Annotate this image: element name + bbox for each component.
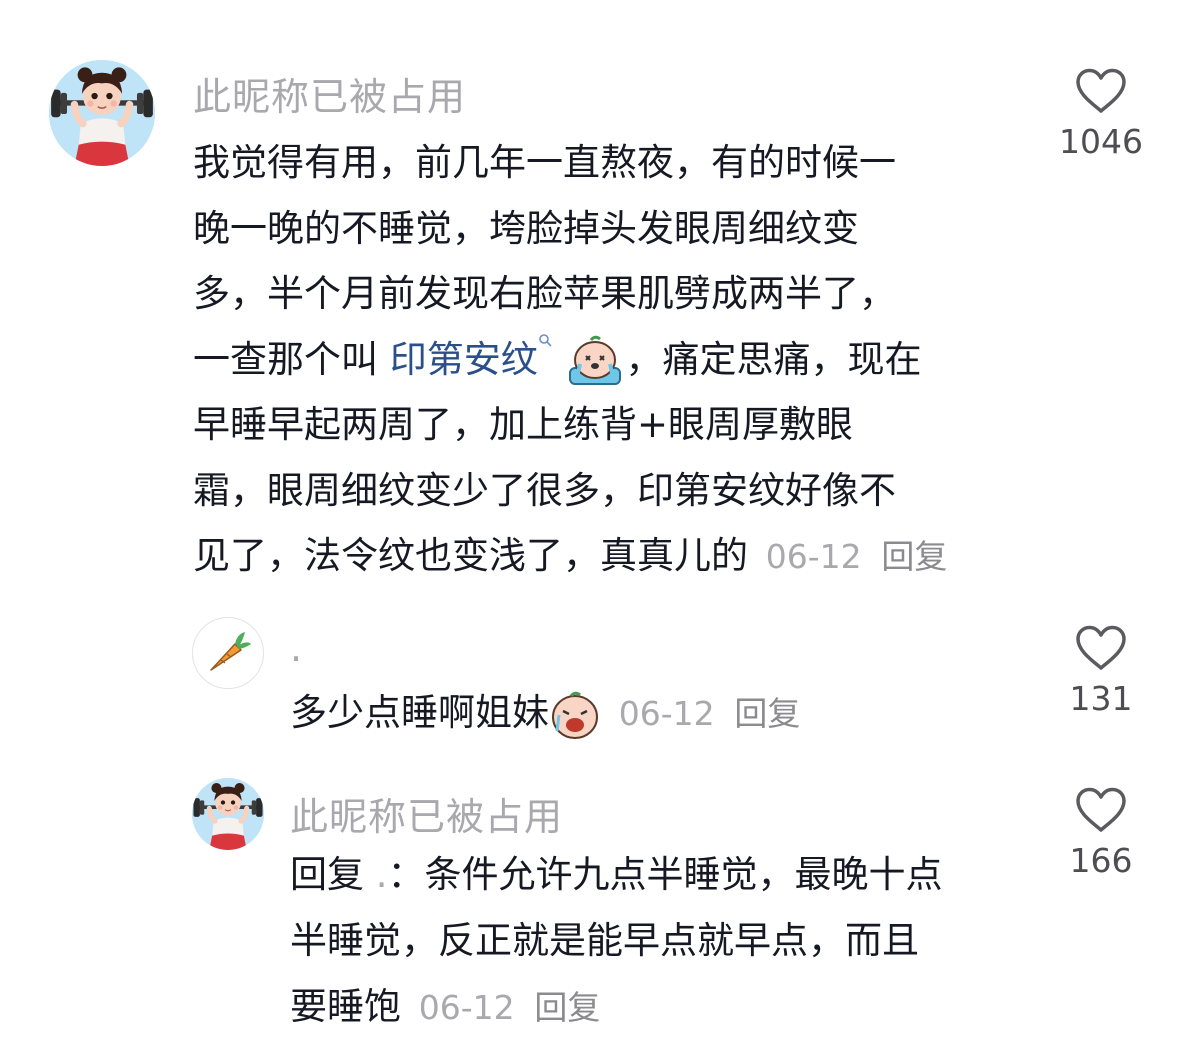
comment-text-line: 晚一晚的不睡觉，垮脸掉头发眼周细纹变 — [193, 206, 859, 250]
like-button[interactable]: 1046 — [1041, 68, 1161, 161]
comment-text-line: 见了，法令纹也变浅了，真真儿的 06-12 回复 — [193, 523, 947, 590]
like-button[interactable]: 131 — [1041, 625, 1161, 718]
comment-text: 多少点睡啊姐妹 06-12 回复 — [290, 680, 800, 746]
comment-text-line: 多，半个月前发现右脸苹果肌劈成两半了， — [193, 272, 896, 315]
carrot-avatar-icon — [210, 632, 251, 671]
heart-icon — [1076, 625, 1126, 670]
reply-button[interactable]: 回复 — [534, 988, 600, 1027]
like-count: 131 — [1069, 679, 1133, 718]
comment-text-line: 早睡早起两周了，加上练背+眼周厚敷眼 — [193, 403, 854, 446]
comment-text-line: 要睡饱 06-12 回复 — [290, 974, 943, 1041]
user-avatar[interactable] — [192, 617, 264, 689]
comment-text: 回复 .：条件允许九点半睡觉，最晚十点 半睡觉，反正就是能早点就早点，而且 要睡… — [290, 842, 943, 1041]
user-avatar[interactable] — [192, 778, 264, 850]
comment-text-line: 半睡觉，反正就是能早点就早点，而且 — [290, 919, 919, 962]
comment-text-line: 我觉得有用，前几年一直熬夜，有的时候一 — [193, 141, 896, 184]
comment-text: 我觉得有用，前几年一直熬夜，有的时候一 晚一晚的不睡觉，垮脸掉头发眼周细纹变 多… — [193, 130, 947, 590]
user-avatar[interactable] — [49, 60, 155, 166]
comment-text-segment: 一查那个叫 — [193, 337, 390, 381]
comment-date: 06-12 — [418, 988, 515, 1027]
comment-text-line: 回复 .：条件允许九点半睡觉，最晚十点 — [290, 842, 943, 908]
sobbing-emoji-icon — [552, 691, 598, 739]
search-keyword-link[interactable]: 印第安纹 — [390, 338, 538, 381]
comment-text-segment: 多少点睡啊姐妹 — [290, 691, 549, 734]
comment-text-segment: ：条件允许九点半睡觉，最晚十点 — [387, 853, 943, 896]
heart-icon — [1076, 68, 1126, 113]
reply-prefix: 回复 — [290, 853, 364, 896]
reply-button[interactable]: 回复 — [734, 694, 800, 733]
weightlifter-girl-avatar-icon — [49, 60, 155, 166]
weightlifter-girl-avatar-icon — [192, 778, 264, 850]
reply-target-username[interactable]: . — [364, 853, 388, 896]
comment-text-segment: 见了，法令纹也变浅了，真真儿的 — [193, 534, 748, 577]
heart-icon — [1076, 787, 1126, 832]
reply-button[interactable]: 回复 — [881, 537, 947, 576]
comment-date: 06-12 — [765, 537, 862, 576]
crying-emoji-icon — [568, 335, 621, 385]
comment-text-segment: 要睡饱 — [290, 985, 401, 1028]
comment-text-line: 一查那个叫 印第安纹 ，痛定思痛，现在 — [193, 327, 947, 393]
comment-text-line: 多少点睡啊姐妹 06-12 回复 — [290, 680, 800, 746]
comment-username[interactable]: . — [290, 626, 303, 670]
like-count: 166 — [1069, 841, 1133, 880]
comment-date: 06-12 — [618, 694, 715, 733]
comment-text-segment: ，痛定思痛，现在 — [625, 337, 922, 381]
comment-username[interactable]: 此昵称已被占用 — [290, 786, 563, 841]
search-icon — [538, 333, 552, 346]
like-button[interactable]: 166 — [1041, 787, 1161, 880]
comment-username[interactable]: 此昵称已被占用 — [193, 66, 466, 121]
like-count: 1046 — [1059, 122, 1143, 161]
comment-text-line: 霜，眼周细纹变少了很多，印第安纹好像不 — [193, 468, 896, 512]
